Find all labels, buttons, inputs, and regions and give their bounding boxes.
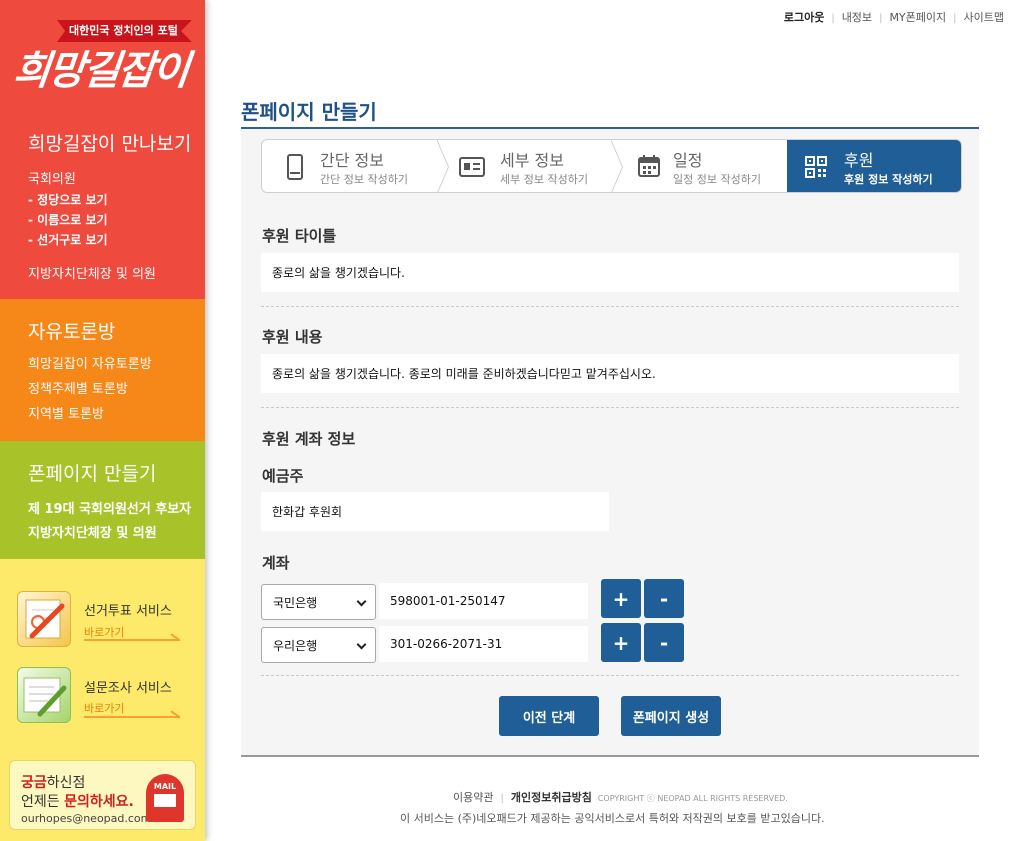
mailbox-icon: MAIL (146, 774, 184, 822)
vote-service-go-link[interactable]: 바로가기 (84, 624, 124, 640)
step-detail-info[interactable]: 세부 정보 세부 정보 작성하기 (449, 140, 611, 192)
survey-pencil-icon[interactable] (17, 667, 71, 723)
contact-box[interactable]: 궁금하신점 언제든 문의하세요. ourhopes@neopad.com MAI… (9, 760, 196, 830)
step-bar: 간단 정보 간단 정보 작성하기 세부 정보 세부 정보 작성하기 일정 일정 … (261, 139, 962, 193)
site-logo[interactable]: 희망길잡이 (11, 38, 191, 96)
sitemap-link[interactable]: 사이트맵 (964, 9, 1004, 25)
id-card-icon (459, 157, 485, 177)
bank-select-value: 우리은행 (273, 638, 318, 653)
sidebar-item-local-heads[interactable]: 지방자치단체장 및 의원 (28, 263, 156, 282)
sidebar-item-free-forum[interactable]: 희망길잡이 자유토론방 (28, 353, 152, 372)
add-account-button[interactable]: + (601, 623, 641, 662)
terms-link[interactable]: 이용약관 (453, 791, 493, 804)
step-title: 후원 (844, 151, 874, 170)
step-subtitle: 후원 정보 작성하기 (844, 173, 933, 186)
divider (261, 407, 959, 408)
my-phonepage-link[interactable]: MY폰페이지 (889, 9, 946, 25)
prev-step-button[interactable]: 이전 단계 (499, 696, 599, 736)
step-subtitle: 일정 정보 작성하기 (673, 173, 761, 186)
top-links: 로그아웃 | 내정보 | MY폰페이지 | 사이트맵 (784, 9, 1004, 25)
copyright: COPYRIGHT ⓒ NEOPAD ALL RIGHTS RESERVED. (597, 794, 788, 803)
chevron-down-icon (356, 639, 367, 650)
contact-text-2: 언제든 (21, 794, 65, 810)
forum-section-title[interactable]: 자유토론방 (28, 317, 115, 344)
survey-service-underline (84, 716, 180, 718)
sidebar-item-by-name[interactable]: - 이름으로 보기 (28, 211, 108, 228)
add-account-button[interactable]: + (601, 579, 641, 618)
sponsor-content-label: 후원 내용 (262, 328, 323, 346)
survey-service-go-link[interactable]: 바로가기 (84, 700, 124, 716)
create-phonepage-button[interactable]: 폰페이지 생성 (621, 696, 721, 736)
phone-icon (287, 154, 303, 180)
sidebar-item-region-forum[interactable]: 지역별 토론방 (28, 403, 104, 422)
account-section-title: 후원 계좌 정보 (262, 430, 356, 448)
separator: | (500, 793, 504, 804)
bank-select[interactable]: 우리은행 (261, 627, 376, 663)
divider (261, 675, 959, 676)
sidebar-item-assembly[interactable]: 국회의원 (28, 168, 76, 187)
sidebar-phonepage-section: 폰페이지 만들기 제 19대 국회의원선거 후보자 지방자치단체장 및 의원 (0, 441, 205, 559)
step-subtitle: 간단 정보 작성하기 (320, 173, 408, 186)
sidebar-item-by-party[interactable]: - 정당으로 보기 (28, 191, 108, 208)
chevron-down-icon (356, 596, 367, 607)
account-number-field[interactable]: 598001-01-250147 (379, 583, 588, 619)
contact-line-2: 언제든 문의하세요. (21, 791, 134, 811)
step-sponsor[interactable]: 후원 후원 정보 작성하기 (787, 140, 961, 192)
remove-account-button[interactable]: - (644, 579, 684, 618)
bank-select[interactable]: 국민은행 (261, 584, 376, 620)
divider (261, 306, 959, 307)
footer-links: 이용약관 | 개인정보취급방침 COPYRIGHT ⓒ NEOPAD ALL RIGH… (453, 789, 788, 805)
qr-code-icon (805, 156, 827, 178)
vote-service-title[interactable]: 선거투표 서비스 (84, 600, 172, 619)
sponsor-title-label: 후원 타이틀 (262, 227, 337, 245)
page-title: 폰페이지 만들기 (241, 100, 377, 124)
logout-link[interactable]: 로그아웃 (784, 9, 824, 25)
separator: | (831, 13, 835, 24)
phonepage-section-title[interactable]: 폰페이지 만들기 (28, 459, 156, 486)
privacy-link[interactable]: 개인정보취급방침 (511, 791, 592, 804)
remove-account-button[interactable]: - (644, 623, 684, 662)
vote-pencil-icon[interactable] (17, 591, 71, 647)
my-info-link[interactable]: 내정보 (842, 9, 872, 25)
step-schedule[interactable]: 일정 일정 정보 작성하기 (623, 140, 787, 192)
sidebar-meet-section: 대한민국 정치인의 포털 희망길잡이 희망길잡이 만나보기 국회의원 - 정당으… (0, 0, 205, 299)
vote-service-underline (84, 639, 180, 641)
step-title: 일정 (673, 151, 703, 170)
step-divider (436, 140, 448, 192)
calendar-icon (638, 155, 660, 177)
step-divider (610, 140, 622, 192)
separator: | (879, 13, 883, 24)
contact-text-1: 하신점 (46, 775, 86, 791)
meet-section-title[interactable]: 희망길잡이 만나보기 (28, 129, 191, 156)
account-holder-label: 예금주 (262, 467, 304, 485)
contact-line-1: 궁금하신점 (21, 772, 85, 792)
survey-service-title[interactable]: 설문조사 서비스 (84, 677, 172, 696)
sidebar-item-local-officials[interactable]: 지방자치단체장 및 의원 (28, 522, 157, 541)
separator: | (953, 13, 957, 24)
footer-note: 이 서비스는 (주)네오패드가 제공하는 공익서비스로서 특허와 저작권의 보호… (400, 812, 825, 825)
account-holder-field[interactable]: 한화갑 후원회 (261, 492, 609, 531)
mailbox-label: MAIL (153, 782, 177, 791)
step-subtitle: 세부 정보 작성하기 (500, 173, 588, 186)
sponsor-content-field[interactable]: 종로의 삶을 챙기겠습니다. 종로의 미래를 준비하겠습니다믿고 맡겨주십시오. (261, 354, 959, 393)
account-number-field[interactable]: 301-0266-2071-31 (379, 626, 588, 662)
step-simple-info[interactable]: 간단 정보 간단 정보 작성하기 (262, 140, 437, 192)
sidebar-forum-section: 자유토론방 희망길잡이 자유토론방 정책주제별 토론방 지역별 토론방 (0, 299, 205, 441)
contact-highlight-1: 궁금 (21, 775, 47, 791)
account-label: 계좌 (262, 554, 290, 572)
contact-highlight-2: 문의하세요. (64, 794, 134, 810)
step-title: 간단 정보 (320, 151, 384, 170)
sidebar: 대한민국 정치인의 포털 희망길잡이 희망길잡이 만나보기 국회의원 - 정당으… (0, 0, 205, 841)
bank-select-value: 국민은행 (273, 595, 318, 610)
sidebar-item-policy-forum[interactable]: 정책주제별 토론방 (28, 378, 128, 397)
sidebar-item-by-district[interactable]: - 선거구로 보기 (28, 231, 108, 248)
envelope-icon (154, 794, 176, 807)
contact-email[interactable]: ourhopes@neopad.com (21, 812, 151, 825)
sponsor-title-field[interactable]: 종로의 삶을 챙기겠습니다. (261, 253, 959, 292)
step-title: 세부 정보 (500, 151, 564, 170)
sidebar-item-candidates[interactable]: 제 19대 국회의원선거 후보자 (28, 498, 191, 517)
